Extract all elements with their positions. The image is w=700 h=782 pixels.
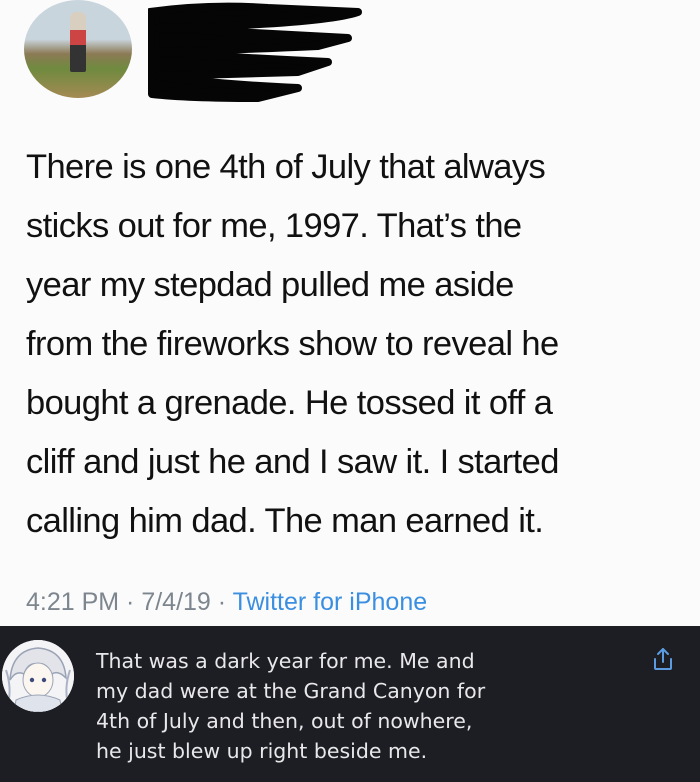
avatar-figure — [70, 12, 86, 72]
tweet-time: 4:21 PM — [26, 588, 120, 616]
tweet-card: There is one 4th of July that always sti… — [0, 0, 700, 626]
reply-body-text: That was a dark year for me. Me and my d… — [96, 649, 486, 763]
meta-separator: · — [119, 588, 142, 616]
anime-character-avatar-image — [2, 640, 74, 712]
tweet-date: 7/4/19 — [141, 588, 211, 616]
share-icon[interactable] — [650, 646, 676, 672]
reply-avatar[interactable] — [2, 640, 74, 712]
redacted-username-scribble — [148, 2, 362, 102]
reply-comment: That was a dark year for me. Me and my d… — [0, 626, 700, 782]
profile-avatar[interactable] — [24, 0, 132, 98]
meta-separator: · — [210, 588, 233, 616]
tweet-source-link[interactable]: Twitter for iPhone — [233, 588, 428, 616]
tweet-body-text: There is one 4th of July that always sti… — [26, 148, 559, 540]
tweet-metadata: 4:21 PM · 7/4/19 · Twitter for iPhone — [26, 588, 427, 617]
